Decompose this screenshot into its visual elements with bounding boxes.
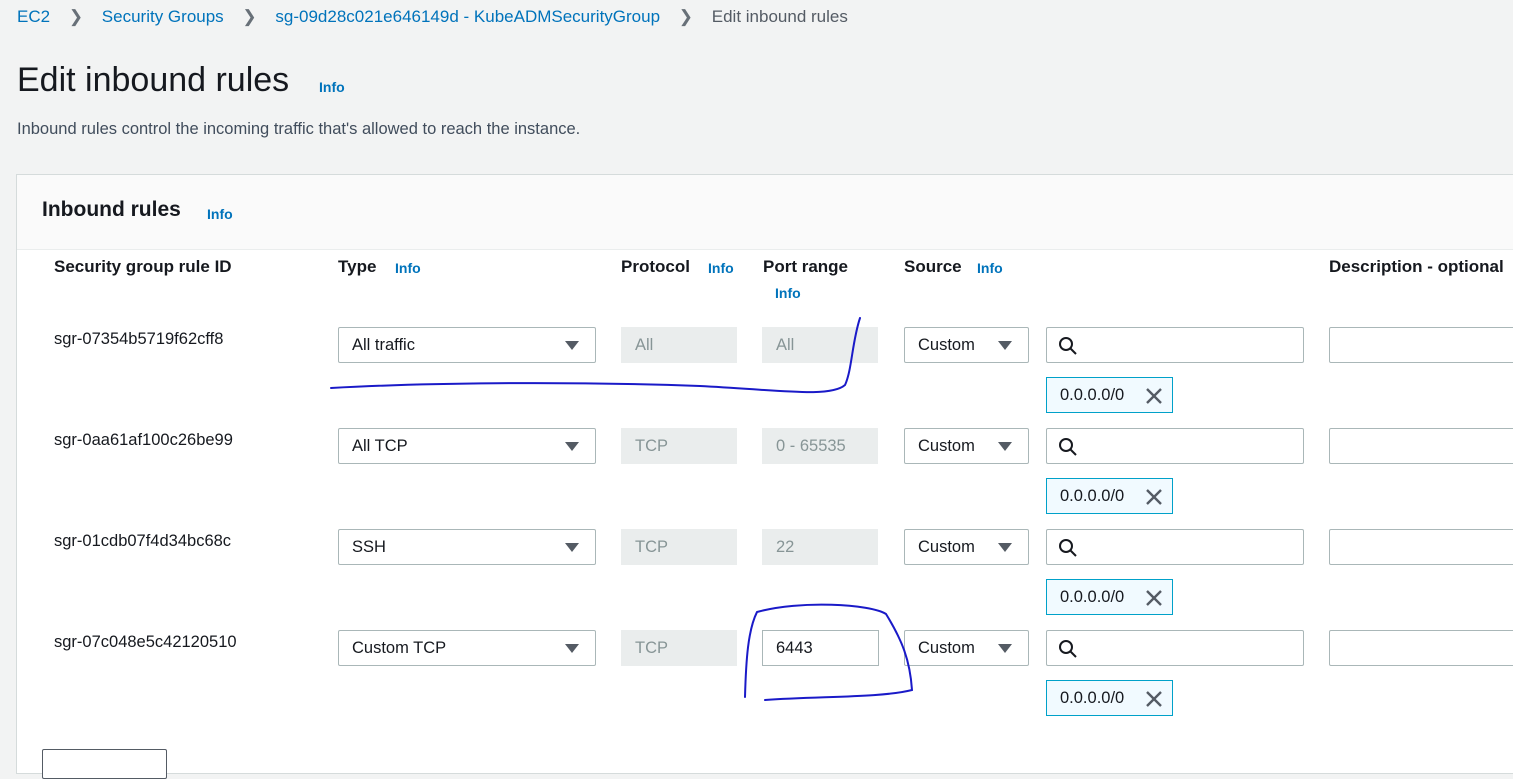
- chevron-right-icon: ❯: [242, 7, 257, 26]
- column-header-source: Source: [904, 257, 962, 276]
- column-header-description: Description - optional: [1329, 257, 1504, 276]
- breadcrumb-security-groups[interactable]: Security Groups: [102, 7, 224, 26]
- cidr-value: 0.0.0.0/0: [1060, 689, 1125, 707]
- close-icon[interactable]: [1145, 387, 1163, 405]
- panel-title: Inbound rules: [42, 198, 181, 221]
- panel-header: [17, 175, 1513, 250]
- breadcrumb-ec2[interactable]: EC2: [17, 7, 50, 26]
- close-icon[interactable]: [1145, 589, 1163, 607]
- port-range-input[interactable]: 6443: [762, 630, 879, 666]
- page-info-link[interactable]: Info: [319, 79, 345, 95]
- source-info-link[interactable]: Info: [977, 260, 1003, 276]
- cidr-token: 0.0.0.0/0: [1046, 579, 1173, 615]
- column-header-port-range: Port range: [763, 257, 849, 276]
- column-header-protocol: Protocol: [621, 257, 690, 276]
- caret-down-icon: [998, 543, 1012, 552]
- source-value: Custom: [918, 538, 975, 556]
- source-select[interactable]: Custom: [904, 630, 1029, 666]
- chevron-right-icon: ❯: [68, 7, 84, 26]
- port-range-field: 22: [762, 529, 878, 565]
- source-select[interactable]: Custom: [904, 327, 1029, 363]
- rule-id: sgr-01cdb07f4d34bc68c: [54, 532, 232, 550]
- protocol-field: TCP: [621, 428, 737, 464]
- source-value: Custom: [918, 336, 975, 354]
- rule-id: sgr-07c048e5c42120510: [54, 633, 237, 651]
- caret-down-icon: [565, 644, 579, 653]
- cidr-value: 0.0.0.0/0: [1060, 588, 1125, 606]
- source-search-input[interactable]: [1046, 529, 1304, 565]
- port-range-field: 0 - 65535: [762, 428, 878, 464]
- protocol-field: TCP: [621, 630, 737, 666]
- cidr-token: 0.0.0.0/0: [1046, 478, 1173, 514]
- breadcrumb-current: Edit inbound rules: [711, 7, 848, 26]
- search-icon: [1059, 337, 1077, 355]
- port-range-field: All: [762, 327, 878, 363]
- close-icon[interactable]: [1145, 488, 1163, 506]
- column-header-rule-id: Security group rule ID: [54, 257, 232, 276]
- search-icon: [1059, 640, 1077, 658]
- protocol-info-link[interactable]: Info: [708, 260, 734, 276]
- description-input[interactable]: [1329, 630, 1513, 666]
- page-description: Inbound rules control the incoming traff…: [17, 120, 581, 138]
- type-select[interactable]: All TCP: [338, 428, 596, 464]
- description-input[interactable]: [1329, 428, 1513, 464]
- breadcrumb: EC2 ❯ Security Groups ❯ sg-09d28c021e646…: [17, 7, 848, 27]
- type-value: Custom TCP: [352, 639, 447, 657]
- rule-id: sgr-07354b5719f62cff8: [54, 330, 224, 348]
- type-select[interactable]: All traffic: [338, 327, 596, 363]
- type-select[interactable]: Custom TCP: [338, 630, 596, 666]
- source-value: Custom: [918, 437, 975, 455]
- cidr-token: 0.0.0.0/0: [1046, 680, 1173, 716]
- add-rule-button[interactable]: [42, 749, 167, 779]
- source-select[interactable]: Custom: [904, 428, 1029, 464]
- caret-down-icon: [998, 442, 1012, 451]
- source-search-input[interactable]: [1046, 327, 1304, 363]
- rule-id: sgr-0aa61af100c26be99: [54, 431, 233, 449]
- type-info-link[interactable]: Info: [395, 260, 421, 276]
- caret-down-icon: [998, 644, 1012, 653]
- breadcrumb-security-group[interactable]: sg-09d28c021e646149d - KubeADMSecurityGr…: [275, 7, 660, 26]
- type-value: SSH: [352, 538, 386, 556]
- search-icon: [1059, 539, 1077, 557]
- caret-down-icon: [998, 341, 1012, 350]
- page-title: Edit inbound rules: [17, 61, 290, 99]
- source-search-input[interactable]: [1046, 630, 1304, 666]
- port-range-info-link[interactable]: Info: [775, 285, 801, 301]
- cidr-value: 0.0.0.0/0: [1060, 386, 1125, 404]
- type-value: All traffic: [352, 336, 415, 354]
- caret-down-icon: [565, 442, 579, 451]
- column-header-type: Type: [338, 257, 377, 276]
- source-search-input[interactable]: [1046, 428, 1304, 464]
- type-value: All TCP: [352, 437, 408, 455]
- panel-info-link[interactable]: Info: [207, 206, 233, 222]
- source-select[interactable]: Custom: [904, 529, 1029, 565]
- chevron-right-icon: ❯: [678, 7, 694, 26]
- caret-down-icon: [565, 341, 579, 350]
- caret-down-icon: [565, 543, 579, 552]
- type-select[interactable]: SSH: [338, 529, 596, 565]
- protocol-field: TCP: [621, 529, 737, 565]
- source-value: Custom: [918, 639, 975, 657]
- cidr-value: 0.0.0.0/0: [1060, 487, 1125, 505]
- description-input[interactable]: [1329, 327, 1513, 363]
- close-icon[interactable]: [1145, 690, 1163, 708]
- description-input[interactable]: [1329, 529, 1513, 565]
- protocol-field: All: [621, 327, 737, 363]
- cidr-token: 0.0.0.0/0: [1046, 377, 1173, 413]
- search-icon: [1059, 438, 1077, 456]
